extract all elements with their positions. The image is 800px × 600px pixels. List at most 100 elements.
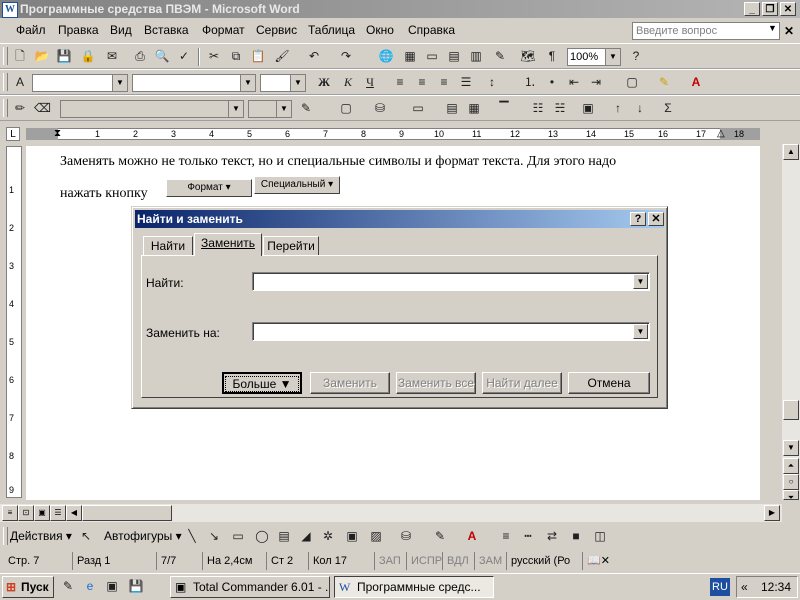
menu-file[interactable]: Файл bbox=[16, 23, 46, 37]
quicklaunch-icon-3[interactable]: ▣ bbox=[104, 578, 120, 594]
right-indent-marker-icon[interactable]: △ bbox=[717, 128, 725, 140]
quicklaunch-icon-4[interactable]: 💾 bbox=[128, 578, 144, 594]
menu-edit[interactable]: Правка bbox=[58, 23, 99, 37]
select-browse-object-icon[interactable]: ○ bbox=[783, 474, 799, 490]
replace-all-button[interactable]: Заменить все bbox=[396, 372, 476, 394]
clipart-icon[interactable]: ▣ bbox=[344, 528, 360, 544]
eraser-icon[interactable]: ⌫ bbox=[34, 100, 51, 116]
oval-icon[interactable]: ◯ bbox=[254, 528, 270, 544]
menu-help[interactable]: Справка bbox=[408, 23, 455, 37]
chevron-down-icon[interactable]: ▼ bbox=[240, 75, 255, 91]
new-icon[interactable]: 🗋 bbox=[12, 48, 28, 64]
normal-view-icon[interactable]: ≡ bbox=[2, 505, 18, 521]
justify-icon[interactable]: ☰ bbox=[458, 74, 474, 90]
vertical-ruler[interactable]: 1 2 3 4 5 6 7 8 9 bbox=[6, 146, 22, 498]
styles-icon[interactable]: A bbox=[12, 74, 28, 90]
underline-icon[interactable]: Ч bbox=[362, 74, 378, 90]
style-combo[interactable]: ▼ bbox=[32, 74, 128, 92]
email-icon[interactable]: ✉ bbox=[104, 48, 120, 64]
horizontal-scrollbar[interactable]: ≡ ⊡ ▣ ☰ ◀ ▶ bbox=[0, 504, 782, 522]
next-page-icon[interactable]: ⏷ bbox=[783, 490, 799, 502]
print-icon[interactable]: ⎙ bbox=[132, 48, 148, 64]
format-painter-icon[interactable]: 🖌 bbox=[274, 48, 290, 64]
clock[interactable]: 12:34 bbox=[761, 577, 791, 597]
more-button[interactable]: Больше ▼ bbox=[222, 372, 302, 394]
tab-goto[interactable]: Перейти bbox=[263, 236, 319, 256]
menu-tools[interactable]: Сервис bbox=[256, 23, 297, 37]
wordart-icon[interactable]: ◢ bbox=[298, 528, 314, 544]
quicklaunch-icon-1[interactable]: ✎ bbox=[60, 578, 76, 594]
task-word[interactable]: W Программные средс... bbox=[334, 576, 494, 598]
web-layout-icon[interactable]: ⊡ bbox=[18, 505, 34, 521]
dash-style-icon[interactable]: ┅ bbox=[520, 528, 536, 544]
undo-icon[interactable]: ↶ bbox=[306, 48, 322, 64]
align-left-icon[interactable]: ≡ bbox=[392, 74, 408, 90]
toolbar-grip[interactable] bbox=[3, 47, 8, 65]
outside-border-icon[interactable]: ▢ bbox=[338, 100, 354, 116]
paste-icon[interactable]: 📋 bbox=[250, 48, 266, 64]
line-color-icon[interactable]: ✎ bbox=[432, 528, 448, 544]
3d-style-icon[interactable]: ◫ bbox=[592, 528, 608, 544]
tab-replace[interactable]: Заменить bbox=[194, 233, 262, 256]
save-icon[interactable]: 💾 bbox=[56, 48, 72, 64]
font-color-icon[interactable]: A bbox=[688, 74, 704, 90]
open-icon[interactable]: 📂 bbox=[34, 48, 50, 64]
borders-icon[interactable]: ▢ bbox=[624, 74, 640, 90]
toolbar-grip[interactable] bbox=[3, 73, 8, 91]
task-total-commander[interactable]: ▣ Total Commander 6.01 - ... bbox=[170, 576, 330, 598]
scroll-left-icon[interactable]: ◀ bbox=[66, 505, 82, 521]
insert-excel-icon[interactable]: ▤ bbox=[446, 48, 462, 64]
ask-dropdown-icon[interactable]: ▼ bbox=[768, 23, 777, 33]
decrease-indent-icon[interactable]: ⇤ bbox=[566, 74, 582, 90]
vertical-scrollbar[interactable]: ▲ ▼ ⏶ ○ ⏷ bbox=[782, 144, 800, 502]
line-style-combo[interactable]: ▼ bbox=[60, 100, 244, 118]
document-map-icon[interactable]: 🗺 bbox=[520, 48, 536, 64]
status-language[interactable]: русский (Ро bbox=[506, 552, 582, 570]
document-close-icon[interactable]: ✕ bbox=[784, 24, 794, 38]
word-app-icon[interactable]: W bbox=[2, 2, 18, 18]
menu-window[interactable]: Окно bbox=[366, 23, 394, 37]
scroll-down-icon[interactable]: ▼ bbox=[783, 440, 799, 456]
status-track[interactable]: ИСПР bbox=[406, 552, 442, 570]
spelling-icon[interactable]: ✓ bbox=[176, 48, 192, 64]
sort-ascending-icon[interactable]: ↑ bbox=[610, 100, 626, 116]
rectangle-icon[interactable]: ▭ bbox=[230, 528, 246, 544]
zoom-combo[interactable]: 100% ▼ bbox=[567, 48, 621, 66]
sort-descending-icon[interactable]: ↓ bbox=[632, 100, 648, 116]
show-hide-icon[interactable]: ¶ bbox=[544, 48, 560, 64]
numbering-icon[interactable]: ⒈ bbox=[522, 74, 538, 90]
scroll-thumb[interactable] bbox=[783, 400, 799, 420]
picture-icon[interactable]: ▨ bbox=[368, 528, 384, 544]
help-button[interactable]: ? bbox=[630, 212, 646, 226]
line-weight-combo[interactable]: ▼ bbox=[248, 100, 292, 118]
fill-color-icon[interactable]: ⛁ bbox=[398, 528, 414, 544]
status-overtype[interactable]: ЗАМ bbox=[474, 552, 506, 570]
columns-icon[interactable]: ▥ bbox=[468, 48, 484, 64]
status-extend[interactable]: ВДЛ bbox=[442, 552, 474, 570]
bold-icon[interactable]: Ж bbox=[316, 74, 332, 90]
minimize-button[interactable]: _ bbox=[744, 2, 760, 16]
shading-color-icon[interactable]: ⛁ bbox=[372, 100, 388, 116]
cut-icon[interactable]: ✂ bbox=[206, 48, 222, 64]
italic-icon[interactable]: К bbox=[340, 74, 356, 90]
chevron-down-icon[interactable]: ▼ bbox=[605, 49, 620, 65]
draw-actions-menu[interactable]: Действия ▾ bbox=[10, 529, 72, 543]
toolbar-grip[interactable] bbox=[3, 527, 8, 545]
font-size-combo[interactable]: ▼ bbox=[260, 74, 306, 92]
menu-insert[interactable]: Вставка bbox=[144, 23, 189, 37]
dialog-close-button[interactable]: ✕ bbox=[648, 212, 664, 226]
hyperlink-icon[interactable]: 🌐 bbox=[378, 48, 394, 64]
outline-view-icon[interactable]: ☰ bbox=[50, 505, 66, 521]
toolbar-grip[interactable] bbox=[3, 99, 8, 117]
diagram-icon[interactable]: ✲ bbox=[320, 528, 336, 544]
menu-view[interactable]: Вид bbox=[110, 23, 132, 37]
autosum-icon[interactable]: Σ bbox=[660, 100, 676, 116]
autoformat-icon[interactable]: ▣ bbox=[580, 100, 596, 116]
menu-format[interactable]: Формат bbox=[202, 23, 245, 37]
autoshapes-menu[interactable]: Автофигуры ▾ bbox=[104, 529, 182, 543]
tab-find[interactable]: Найти bbox=[143, 236, 193, 256]
border-color-icon[interactable]: ✎ bbox=[298, 100, 314, 116]
insert-table-icon[interactable]: ▭ bbox=[424, 48, 440, 64]
find-next-button[interactable]: Найти далее bbox=[482, 372, 562, 394]
line-spacing-icon[interactable]: ↕ bbox=[484, 74, 500, 90]
